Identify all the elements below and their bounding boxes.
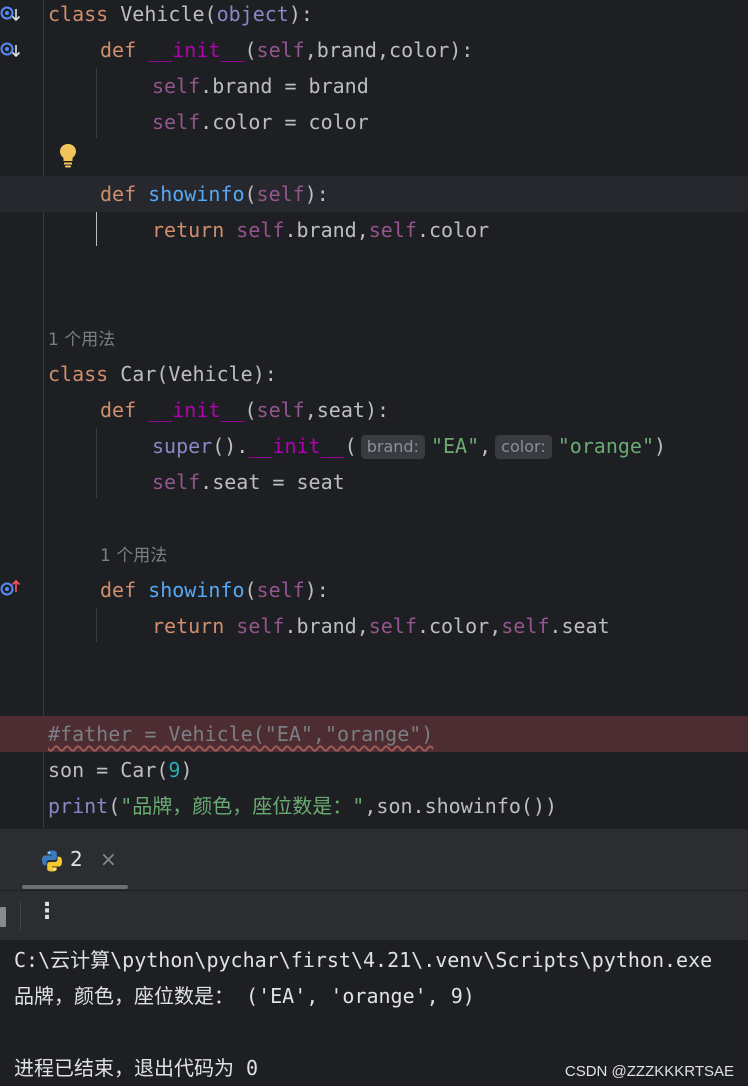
code-line[interactable]: def showinfo(self): [0, 572, 748, 608]
usage-hint[interactable]: 1 个用法 [48, 322, 115, 358]
param: brand [316, 38, 377, 62]
code-line[interactable]: son = Car(9) [0, 752, 748, 788]
self-ref: self [501, 614, 550, 638]
self-ref: self [152, 110, 201, 134]
code-text: .color [416, 614, 490, 638]
inlay-hint: brand: [360, 435, 425, 459]
self-ref: self [236, 218, 285, 242]
self-param: self [256, 578, 305, 602]
keyword: class [48, 362, 109, 386]
function-name: __init__ [248, 434, 345, 458]
run-tool-window-tabs: 2 × [0, 828, 748, 891]
code-text: ): [304, 182, 329, 206]
code-text: ) [654, 434, 667, 458]
self-ref: self [368, 614, 417, 638]
close-icon[interactable]: × [100, 847, 117, 871]
code-line[interactable]: print("品牌，颜色，座位数是：",son.showinfo()) [0, 788, 748, 824]
console-command-line: C:\云计算\python\pychar\first\4.21\.venv\Sc… [14, 948, 713, 972]
builtin: object [216, 2, 289, 26]
code-text: ( [108, 794, 121, 818]
keyword: def [100, 398, 137, 422]
lightbulb-icon[interactable] [58, 142, 78, 168]
code-text: .seat [549, 614, 610, 638]
code-line[interactable]: super().__init__(brand: "EA", color: "orang… [0, 428, 748, 464]
inlay-hint: color: [495, 435, 552, 459]
function-name: __init__ [148, 38, 245, 62]
string: "品牌，颜色，座位数是：" [120, 794, 365, 818]
code-line[interactable]: self.color = color [0, 104, 748, 140]
code-text: .brand [284, 614, 357, 638]
usage-hint[interactable]: 1 个用法 [100, 538, 167, 574]
code-line-current[interactable]: def showinfo(self): [0, 176, 748, 212]
code-line[interactable]: def __init__(self,seat): [0, 392, 748, 428]
watermark: CSDN @ZZZKKKRTSAE [564, 1063, 734, 1080]
code-text: Car(Vehicle): [108, 362, 277, 386]
string: "EA" [430, 434, 480, 458]
code-text: .seat = seat [200, 470, 345, 494]
console-output-line: 品牌，颜色，座位数是： ('EA', 'orange', 9) [14, 984, 475, 1008]
param: seat [316, 398, 365, 422]
self-param: self [256, 38, 305, 62]
keyword: return [152, 614, 225, 638]
code-text: .color = color [200, 110, 369, 134]
keyword: def [100, 578, 137, 602]
code-line[interactable]: self.seat = seat [0, 464, 748, 500]
self-param: self [256, 398, 305, 422]
code-line[interactable]: self.brand = brand [0, 68, 748, 104]
keyword: def [100, 38, 137, 62]
code-text: (). [212, 434, 249, 458]
toolbar-separator [20, 901, 21, 931]
code-line[interactable]: class Vehicle(object): [0, 0, 748, 32]
string: "orange" [557, 434, 655, 458]
tab-selected-indicator [22, 885, 128, 889]
run-console-output[interactable]: C:\云计算\python\pychar\first\4.21\.venv\Sc… [0, 940, 748, 1086]
console-exit-line: 进程已结束，退出代码为 0 [14, 1056, 259, 1080]
toolbar-button-icon[interactable] [0, 907, 6, 927]
code-text: .color [416, 218, 490, 242]
code-text: ): [288, 2, 313, 26]
function-name: showinfo [148, 578, 245, 602]
code-line-error[interactable]: #father = Vehicle("EA","orange") [0, 716, 748, 752]
code-text: .brand = brand [200, 74, 369, 98]
self-ref: self [236, 614, 285, 638]
code-text: son = Car( [48, 758, 169, 782]
self-ref: self [152, 470, 201, 494]
run-toolbar: ⋮ [0, 890, 748, 941]
builtin: print [48, 794, 109, 818]
python-icon [42, 850, 62, 872]
code-text: ): [364, 398, 390, 422]
code-text: ): [449, 38, 474, 62]
run-tab[interactable]: 2 × [22, 839, 128, 889]
code-text: ) [180, 758, 193, 782]
code-text: ): [304, 578, 329, 602]
code-text: .brand [284, 218, 357, 242]
number: 9 [168, 758, 181, 782]
param: color [389, 38, 450, 62]
keyword: class [48, 2, 109, 26]
builtin: super [152, 434, 213, 458]
tab-label: 2 [70, 847, 83, 871]
code-editor[interactable]: class Vehicle(object): def __init__(self… [0, 0, 748, 828]
code-line[interactable]: class Car(Vehicle): [0, 356, 748, 392]
function-name: showinfo [148, 182, 245, 206]
keyword: def [100, 182, 137, 206]
comment: #father = Vehicle("EA","orange") [48, 722, 434, 746]
more-options-icon[interactable]: ⋮ [36, 899, 58, 924]
code-text: son.showinfo()) [376, 794, 558, 818]
self-param: self [256, 182, 305, 206]
function-name: __init__ [148, 398, 245, 422]
code-line[interactable]: return self.brand,self.color [0, 212, 748, 248]
self-ref: self [368, 218, 417, 242]
code-line[interactable]: def __init__(self,brand,color): [0, 32, 748, 68]
self-ref: self [152, 74, 201, 98]
code-text: ( [344, 434, 357, 458]
code-line[interactable]: return self.brand,self.color,self.seat [0, 608, 748, 644]
keyword: return [152, 218, 225, 242]
code-text: Vehicle( [108, 2, 217, 26]
